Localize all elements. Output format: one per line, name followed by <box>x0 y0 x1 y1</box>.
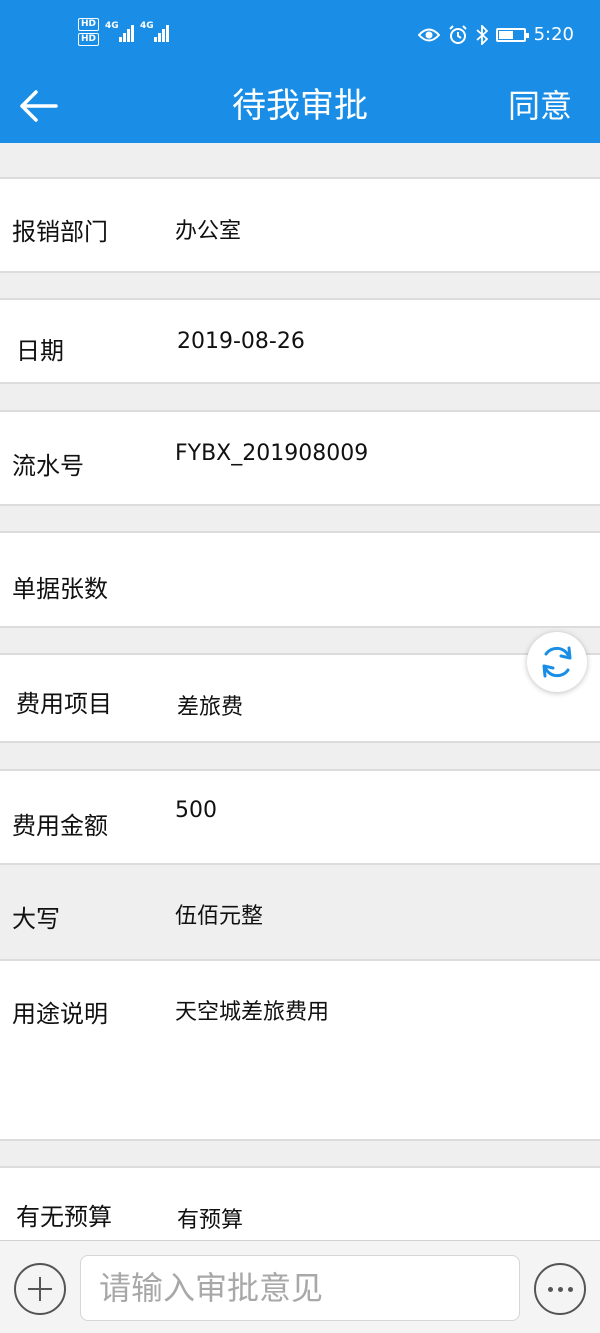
field-value: 天空城差旅费用 <box>175 1000 330 1025</box>
field-label: 报销部门 <box>12 218 108 246</box>
field-label: 用途说明 <box>12 1000 108 1028</box>
field-label: 流水号 <box>12 452 84 480</box>
field-row-dept: 报销部门 办公室 <box>0 177 600 273</box>
field-label: 日期 <box>16 337 64 365</box>
approve-button[interactable]: 同意 <box>508 84 572 128</box>
signal-icon: 4G <box>140 21 170 42</box>
comment-input[interactable] <box>80 1255 520 1321</box>
plus-icon[interactable] <box>14 1263 66 1315</box>
hd-badge: HD <box>78 33 100 46</box>
field-value: 2019-08-26 <box>177 329 305 354</box>
signal-icon: 4G <box>105 21 135 42</box>
field-label: 有无预算 <box>16 1203 112 1231</box>
field-value: 伍佰元整 <box>175 904 264 929</box>
field-value: 差旅费 <box>177 695 244 720</box>
hd-badge: HD <box>78 18 100 31</box>
status-right: 5:20 <box>417 24 574 45</box>
hd-badges: HD HD <box>78 18 100 46</box>
network-type: 4G <box>105 21 119 31</box>
bluetooth-icon <box>475 24 488 45</box>
field-label: 费用金额 <box>12 812 108 840</box>
field-label: 单据张数 <box>12 575 108 603</box>
field-row-date: 日期 2019-08-26 <box>0 298 600 384</box>
comment-bar <box>0 1240 600 1333</box>
status-left: HD HD 4G 4G <box>78 18 170 46</box>
field-row-purpose: 用途说明 天空城差旅费用 <box>0 961 600 1141</box>
refresh-button[interactable] <box>527 632 587 692</box>
field-row-item: 费用项目 差旅费 <box>0 653 600 743</box>
field-row-serial: 流水号 FYBX_201908009 <box>0 410 600 506</box>
field-label: 费用项目 <box>16 690 112 718</box>
field-value: 500 <box>175 798 217 823</box>
field-value: FYBX_201908009 <box>175 441 369 466</box>
eye-icon <box>417 28 440 41</box>
field-value: 有预算 <box>177 1208 244 1233</box>
alarm-icon <box>448 24 467 44</box>
refresh-icon <box>542 646 572 678</box>
field-row-caps: 大写 伍佰元整 <box>0 865 600 961</box>
field-row-amount: 费用金额 500 <box>0 769 600 865</box>
clock: 5:20 <box>533 24 574 45</box>
field-value: 办公室 <box>175 219 242 244</box>
status-bar: HD HD 4G 4G 5:20 <box>0 0 600 70</box>
nav-bar: 待我审批 同意 <box>0 70 600 143</box>
battery-icon <box>495 27 529 42</box>
network-type: 4G <box>140 21 154 31</box>
field-row-count: 单据张数 <box>0 531 600 628</box>
more-icon[interactable] <box>534 1263 586 1315</box>
field-label: 大写 <box>12 905 60 933</box>
